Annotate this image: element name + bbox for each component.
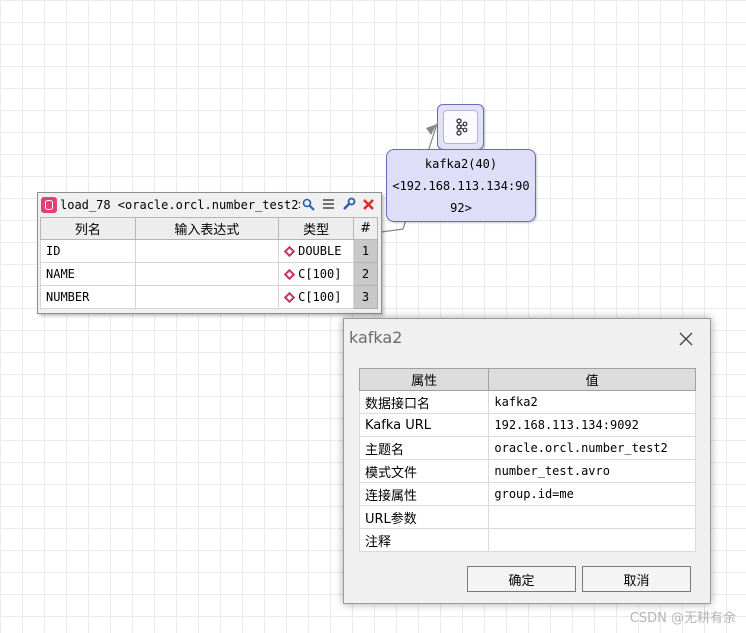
close-icon[interactable]: [678, 331, 694, 347]
table-row[interactable]: 主题名 oracle.orcl.number_test2: [358, 436, 696, 460]
table-row[interactable]: 注释: [358, 528, 696, 552]
field-type-cell[interactable]: DOUBLE: [278, 239, 355, 263]
field-index-cell: 3: [353, 285, 378, 309]
list-fields-icon[interactable]: [320, 196, 337, 213]
kafka-node-icon-box[interactable]: [437, 104, 484, 150]
property-key: 数据接口名: [358, 390, 490, 414]
field-expression-cell[interactable]: [134, 262, 280, 286]
property-table: 属性 值 数据接口名 kafka2 Kafka URL 192.168.113.…: [358, 368, 696, 552]
table-row[interactable]: 连接属性 group.id=me: [358, 482, 696, 506]
value-header: 值: [488, 368, 696, 391]
dialog-title: kafka2: [349, 328, 403, 347]
table-row[interactable]: ID DOUBLE 1: [40, 239, 378, 263]
kafka-node-name: kafka2(40): [424, 157, 498, 171]
column-header-index[interactable]: #: [353, 217, 378, 240]
property-key: 连接属性: [358, 482, 490, 506]
property-key: 注释: [358, 528, 490, 552]
field-type-cell[interactable]: C[100]: [278, 262, 355, 286]
kafka-node-address: <192.168.113.134:90: [392, 179, 530, 193]
field-expression-cell[interactable]: [134, 285, 280, 309]
property-key: 模式文件: [358, 459, 490, 483]
table-row[interactable]: 数据接口名 kafka2: [358, 390, 696, 414]
field-name-cell[interactable]: ID: [40, 239, 136, 263]
property-header: 属性: [358, 368, 490, 391]
property-value[interactable]: group.id=me: [488, 482, 696, 506]
property-value[interactable]: [488, 505, 696, 529]
column-header-expression[interactable]: 输入表达式: [134, 217, 280, 240]
field-type-cell[interactable]: C[100]: [278, 285, 355, 309]
load-node-title: load_78 <oracle.orcl.number_test2>: [60, 198, 306, 212]
field-index-cell: 2: [353, 262, 378, 286]
property-value[interactable]: [488, 528, 696, 552]
table-row[interactable]: NUMBER C[100] 3: [40, 285, 378, 309]
field-expression-cell[interactable]: [134, 239, 280, 263]
type-diamond-icon: [284, 268, 296, 280]
field-name-cell[interactable]: NAME: [40, 262, 136, 286]
property-value[interactable]: 192.168.113.134:9092: [488, 413, 696, 437]
load-table-node[interactable]: load_78 <oracle.orcl.number_test2> 列名 输入…: [37, 192, 382, 314]
table-row[interactable]: URL参数: [358, 505, 696, 529]
ok-button[interactable]: 确定: [467, 566, 576, 592]
property-key: 主题名: [358, 436, 490, 460]
property-value[interactable]: number_test.avro: [488, 459, 696, 483]
close-node-icon[interactable]: [360, 196, 377, 213]
property-key: Kafka URL: [358, 413, 490, 437]
property-value[interactable]: oracle.orcl.number_test2: [488, 436, 696, 460]
table-row[interactable]: Kafka URL 192.168.113.134:9092: [358, 413, 696, 437]
field-name-cell[interactable]: NUMBER: [40, 285, 136, 309]
kafka-icon: [455, 118, 467, 136]
property-key: URL参数: [358, 505, 490, 529]
kafka-properties-dialog: kafka2 属性 值 数据接口名 kafka2 Kafka URL 192.1…: [343, 318, 711, 604]
cancel-button[interactable]: 取消: [582, 566, 691, 592]
type-diamond-icon: [284, 245, 296, 257]
field-index-cell: 1: [353, 239, 378, 263]
column-header-name[interactable]: 列名: [40, 217, 136, 240]
wrench-icon[interactable]: [340, 196, 357, 213]
field-grid: 列名 输入表达式 类型 # ID DOUBLE 1 NAME C[100] 2 …: [40, 217, 378, 309]
watermark: CSDN @无耕有余: [629, 611, 736, 626]
kafka-node-label[interactable]: kafka2(40) <192.168.113.134:90 92>: [386, 149, 536, 222]
table-row[interactable]: 模式文件 number_test.avro: [358, 459, 696, 483]
search-field-icon[interactable]: [300, 196, 317, 213]
table-row[interactable]: NAME C[100] 2: [40, 262, 378, 286]
column-header-type[interactable]: 类型: [278, 217, 355, 240]
kafka-node-address-cont: 92>: [450, 201, 472, 215]
type-diamond-icon: [284, 291, 296, 303]
property-value[interactable]: kafka2: [488, 390, 696, 414]
database-load-icon: [41, 197, 57, 213]
